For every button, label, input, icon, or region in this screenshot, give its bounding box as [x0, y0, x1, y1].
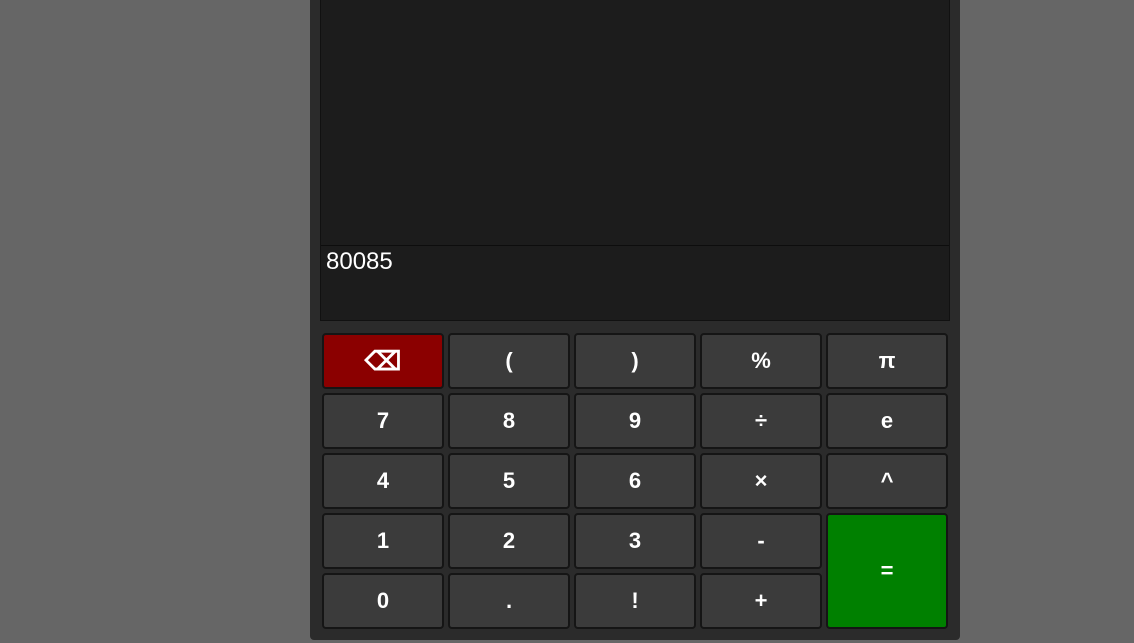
- close-paren-button[interactable]: ): [574, 333, 696, 389]
- calculator: 80085 ⌫ ( ) % π 7 8 9 ÷ e 4 5 6 × ^ 1 2 …: [310, 0, 960, 640]
- input-display[interactable]: 80085: [326, 248, 393, 276]
- plus-button[interactable]: +: [700, 573, 822, 629]
- keypad: ⌫ ( ) % π 7 8 9 ÷ e 4 5 6 × ^ 1 2 3 - = …: [322, 333, 948, 629]
- factorial-button[interactable]: !: [574, 573, 696, 629]
- power-button[interactable]: ^: [826, 453, 948, 509]
- seven-button[interactable]: 7: [322, 393, 444, 449]
- equals-button[interactable]: =: [826, 513, 948, 629]
- pi-button[interactable]: π: [826, 333, 948, 389]
- eight-button[interactable]: 8: [448, 393, 570, 449]
- three-button[interactable]: 3: [574, 513, 696, 569]
- backspace-button[interactable]: ⌫: [322, 333, 444, 389]
- multiply-button[interactable]: ×: [700, 453, 822, 509]
- one-button[interactable]: 1: [322, 513, 444, 569]
- display-panel: 80085: [320, 0, 950, 321]
- five-button[interactable]: 5: [448, 453, 570, 509]
- zero-button[interactable]: 0: [322, 573, 444, 629]
- percent-button[interactable]: %: [700, 333, 822, 389]
- four-button[interactable]: 4: [322, 453, 444, 509]
- e-button[interactable]: e: [826, 393, 948, 449]
- open-paren-button[interactable]: (: [448, 333, 570, 389]
- two-button[interactable]: 2: [448, 513, 570, 569]
- six-button[interactable]: 6: [574, 453, 696, 509]
- divide-button[interactable]: ÷: [700, 393, 822, 449]
- decimal-button[interactable]: .: [448, 573, 570, 629]
- history-area: [321, 0, 949, 246]
- nine-button[interactable]: 9: [574, 393, 696, 449]
- minus-button[interactable]: -: [700, 513, 822, 569]
